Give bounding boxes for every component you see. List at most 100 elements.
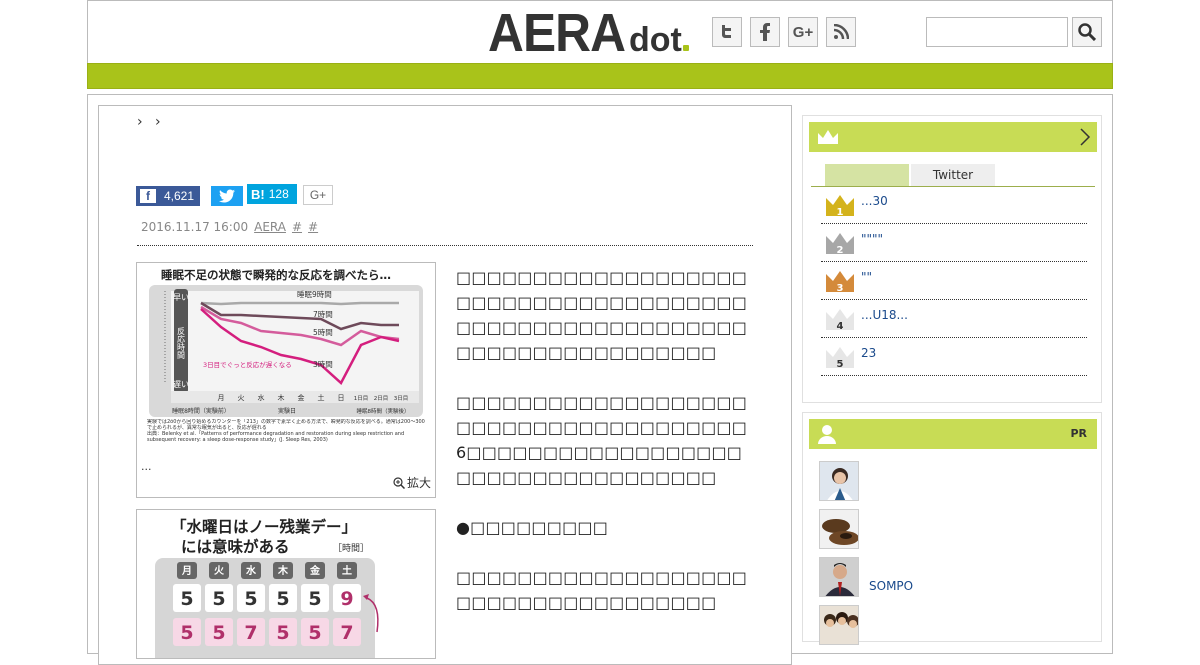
yaxis-top: 早い	[173, 293, 189, 302]
day-label: 月	[218, 394, 225, 402]
no-overtime-table: 「水曜日はノー残業デー」 には意味がある ［時間］ 月 火 水 木 金 土 5 …	[155, 517, 379, 658]
fig2-cell: 5	[308, 622, 321, 644]
fig2-cell: 7	[340, 622, 353, 644]
ranking-widget: Twitter 1 ...30 2 """" 3 "" 4 ...U18... …	[802, 115, 1102, 403]
pr-thumbnail-group[interactable]	[819, 605, 859, 645]
logo-dot: dot	[629, 23, 689, 57]
fig2-cell: 5	[244, 588, 257, 610]
facebook-icon: f	[140, 189, 156, 203]
article-subheading: ●□□□□□□□□□	[456, 518, 609, 537]
ranking-item[interactable]: 5 23	[821, 338, 1087, 376]
fig2-day: 火	[214, 565, 225, 577]
article-paragraph-3: □□□□□□□□□□□□□□□□□□□□□□□□□□□□□□□□□□□□	[456, 568, 748, 612]
fig2-cell: 5	[180, 622, 193, 644]
figure-no-overtime[interactable]: 「水曜日はノー残業デー」 には意味がある ［時間］ 月 火 水 木 金 土 5 …	[136, 509, 436, 659]
crown-icon	[818, 130, 838, 144]
tab-twitter-ranking[interactable]: Twitter	[911, 164, 995, 186]
twitter-bird-icon	[219, 189, 235, 203]
series-label-7h: 7時間	[313, 310, 333, 319]
figure1-zoom-button[interactable]: 拡大	[393, 474, 431, 491]
fig2-day: 金	[309, 564, 321, 577]
pr-thumbnail-woman[interactable]	[819, 461, 859, 501]
fig2-cell: 5	[212, 622, 225, 644]
rank-2-crown-icon: 2	[826, 233, 854, 256]
rank-title[interactable]: ...30	[861, 194, 888, 208]
ranking-item[interactable]: 4 ...U18...	[821, 300, 1087, 338]
tag-link-2[interactable]: #	[308, 220, 318, 234]
day-label: 金	[298, 393, 305, 402]
yaxis-bottom: 遅い	[173, 380, 189, 389]
day-label: 2日目	[374, 395, 389, 402]
rank-4-crown-icon: 4	[826, 309, 854, 332]
facebook-icon[interactable]	[750, 17, 780, 47]
xgroup-before: 睡眠8時間（実験前）	[172, 407, 230, 415]
article-paragraph-1: □□□□□□□□□□□□□□□□□□□□□□□□□□□□□□□□□□□□□□□□…	[456, 268, 748, 362]
svg-text:1: 1	[837, 207, 844, 218]
figure-sleep-reaction[interactable]: 睡眠不足の状態で瞬発的な反応を調べたら… 早い 反応時間 遅い 睡眠9時間 7時…	[136, 262, 436, 498]
source-link[interactable]: AERA	[254, 220, 286, 234]
tag-link-1[interactable]: #	[292, 220, 302, 234]
fig2-day: 木	[277, 564, 289, 577]
global-nav-bar	[87, 63, 1113, 89]
day-label: 水	[258, 393, 265, 402]
svg-text:2: 2	[837, 245, 844, 256]
ranking-item[interactable]: 2 """"	[821, 224, 1087, 262]
search-icon	[1078, 23, 1096, 41]
googleplus-icon[interactable]: G+	[788, 17, 818, 47]
day-label: 木	[278, 393, 285, 402]
tab-access-ranking[interactable]	[825, 164, 909, 186]
ranking-item[interactable]: 1 ...30	[821, 186, 1087, 224]
rank-title[interactable]: """"	[861, 232, 883, 246]
svg-text:3: 3	[837, 283, 844, 294]
hatena-bookmark-button[interactable]: B! 128	[247, 184, 297, 204]
rank-title[interactable]: ""	[861, 270, 872, 284]
figure1-note: 実験では2ô0から回り始めるカウンターを「213」の数字で素早く止める方法で、瞬…	[147, 419, 425, 431]
fig2-day: 水	[245, 564, 257, 577]
svg-text:5: 5	[837, 359, 844, 370]
googleplus-share-button[interactable]: G+	[303, 185, 333, 205]
zoom-label: 拡大	[406, 476, 431, 490]
search-button[interactable]	[1072, 17, 1102, 47]
yaxis-mid: 反応時間	[177, 326, 186, 360]
person-icon	[818, 425, 836, 444]
chevron-right-icon[interactable]	[1079, 128, 1091, 146]
aera-dot-logo[interactable]: AERA dot	[488, 3, 689, 63]
rank-title[interactable]: ...U18...	[861, 308, 908, 322]
figure1-source: 出典：Belenky et al.「Patterns of performanc…	[147, 431, 405, 443]
figure2-title-2: には意味がある	[181, 537, 290, 556]
figure1-title: 睡眠不足の状態で瞬発的な反応を調べたら…	[161, 268, 391, 282]
article-paragraph-2: □□□□□□□□□□□□□□□□□□□□□□□□□□□□□□□□□□□□□□6□…	[456, 393, 748, 487]
figure2-unit: ［時間］	[333, 543, 369, 554]
rank-1-crown-icon: 1	[826, 195, 854, 218]
day-label: 土	[318, 393, 325, 402]
publish-date: 2016.11.17 16:00	[141, 220, 249, 234]
article-meta: 2016.11.17 16:00 AERA # #	[141, 220, 318, 234]
ranking-item[interactable]: 3 ""	[821, 262, 1087, 300]
facebook-share-button[interactable]: f 4,621	[136, 186, 200, 206]
fig2-cell: 5	[276, 588, 289, 610]
fig2-cell: 5	[180, 588, 193, 610]
rank-title[interactable]: 23	[861, 346, 876, 360]
pr-thumbnail-man[interactable]	[819, 557, 859, 597]
twitter-share-button[interactable]	[211, 186, 243, 206]
rank-5-crown-icon: 5	[826, 347, 854, 370]
breadcrumb[interactable]: › ›	[137, 114, 165, 130]
zoom-icon	[393, 476, 405, 489]
figure1-caption: ...	[141, 460, 152, 473]
fig2-day: 土	[342, 564, 352, 577]
pr-link-sompo[interactable]: SOMPO	[869, 579, 913, 593]
rss-icon[interactable]	[826, 17, 856, 47]
twitter-icon[interactable]	[712, 17, 742, 47]
series-label-9h: 睡眠9時間	[297, 290, 332, 299]
hatena-icon: B!	[251, 186, 265, 202]
fig2-cell: 5	[276, 622, 289, 644]
svg-text:4: 4	[837, 321, 844, 332]
figure2-title-1: 「水曜日はノー残業デー」	[171, 517, 357, 536]
hatena-count: 128	[268, 187, 289, 201]
logo-aera: AERA	[488, 3, 626, 63]
pr-widget: PR SOMPO	[802, 412, 1102, 645]
xgroup-experiment: 実験日	[278, 407, 296, 415]
search-input[interactable]	[926, 17, 1068, 47]
pr-thumbnail-shoes[interactable]	[819, 509, 859, 549]
series-label-3h: 3時間	[313, 360, 333, 369]
